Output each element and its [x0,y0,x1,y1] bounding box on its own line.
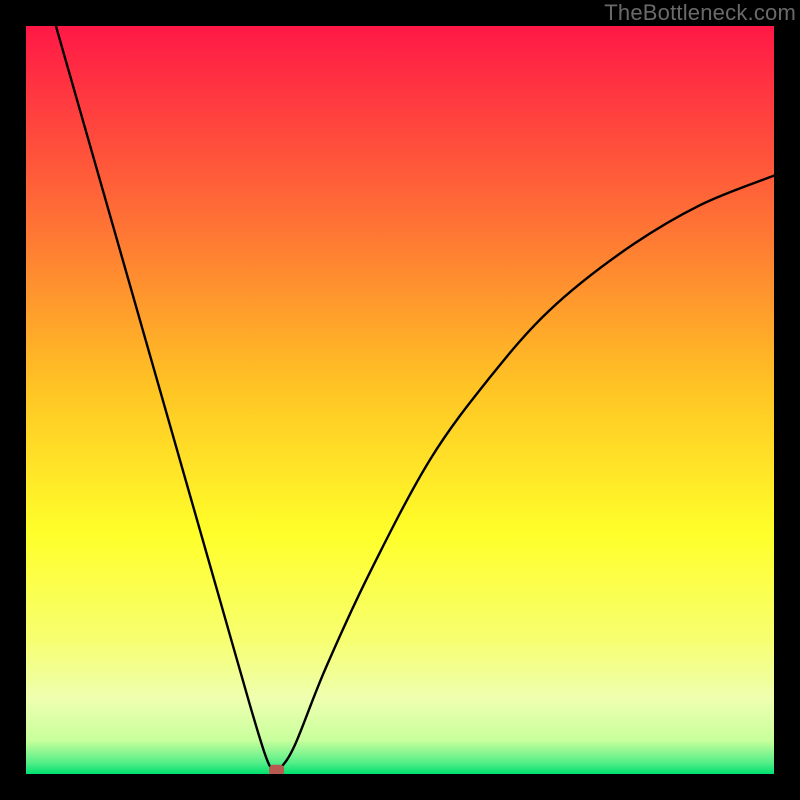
plot-area [26,26,774,774]
optimal-point-marker [269,765,284,774]
chart-background [26,26,774,774]
watermark-text: TheBottleneck.com [604,0,796,26]
chart-frame: TheBottleneck.com [0,0,800,800]
bottleneck-chart [26,26,774,774]
